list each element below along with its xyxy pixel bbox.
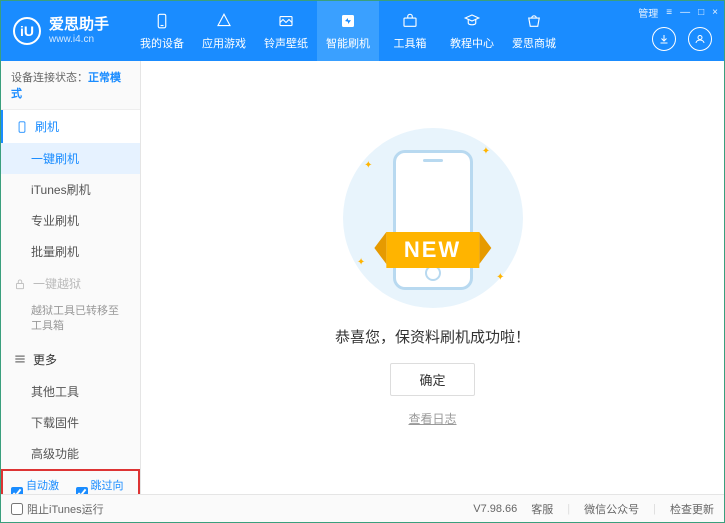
check-update-link[interactable]: 检查更新 (670, 501, 714, 517)
connection-status: 设备连接状态：正常模式 (1, 61, 140, 110)
skip-guide-input[interactable] (76, 487, 88, 494)
new-banner: NEW (386, 232, 479, 268)
customer-service-link[interactable]: 客服 (531, 501, 553, 517)
nav-ringtone-wallpaper[interactable]: 铃声壁纸 (255, 1, 317, 61)
sidebar-item-advanced[interactable]: 高级功能 (1, 438, 140, 469)
brand-subtitle: www.i4.cn (49, 34, 109, 46)
close-button[interactable]: × (712, 7, 718, 18)
section-label: 更多 (33, 351, 57, 368)
wallpaper-icon (276, 11, 296, 31)
checkbox-skip-guide[interactable]: 跳过向导 (76, 477, 131, 494)
sidebar-item-batch-flash[interactable]: 批量刷机 (1, 236, 140, 267)
checkbox-highlight-box: 自动激活 跳过向导 (1, 469, 140, 494)
block-itunes-input[interactable] (11, 503, 23, 515)
top-nav: 我的设备 应用游戏 铃声壁纸 智能刷机 工具箱 教程中心 (131, 1, 565, 61)
window-controls: 管理 ≡ — □ × (638, 5, 718, 20)
sidebar-item-download-firmware[interactable]: 下载固件 (1, 407, 140, 438)
menu-button[interactable]: ≡ (666, 7, 672, 18)
header: 管理 ≡ — □ × iU 爱思助手 www.i4.cn 我的设备 应用游戏 (1, 1, 724, 61)
version-label: V7.98.66 (473, 503, 517, 515)
nav-store[interactable]: 爱思商城 (503, 1, 565, 61)
success-illustration: ✦ ✦ ✦ ✦ NEW (343, 128, 523, 308)
sidebar-item-other-tools[interactable]: 其他工具 (1, 376, 140, 407)
sidebar-item-itunes-flash[interactable]: iTunes刷机 (1, 174, 140, 205)
brand-title: 爱思助手 (49, 16, 109, 34)
sidebar-section-jailbreak: 一键越狱 (1, 267, 140, 300)
minimize-button[interactable]: — (680, 7, 690, 18)
sidebar-section-more[interactable]: 更多 (1, 343, 140, 376)
flash-icon (338, 11, 358, 31)
conn-label: 设备连接状态： (11, 72, 88, 84)
account-button[interactable] (688, 27, 712, 51)
view-log-link[interactable]: 查看日志 (408, 410, 456, 427)
nav-toolbox[interactable]: 工具箱 (379, 1, 441, 61)
wechat-link[interactable]: 微信公众号 (584, 501, 639, 517)
body: 设备连接状态：正常模式 刷机 一键刷机 iTunes刷机 专业刷机 批量刷机 一… (1, 61, 724, 494)
more-icon (13, 352, 27, 366)
app-window: 管理 ≡ — □ × iU 爱思助手 www.i4.cn 我的设备 应用游戏 (0, 0, 725, 523)
sidebar-item-pro-flash[interactable]: 专业刷机 (1, 205, 140, 236)
nav-tutorial[interactable]: 教程中心 (441, 1, 503, 61)
nav-label: 智能刷机 (326, 35, 370, 51)
jailbreak-note: 越狱工具已转移至 工具箱 (1, 300, 140, 343)
checkbox-auto-activate[interactable]: 自动激活 (11, 477, 66, 494)
apps-icon (214, 11, 234, 31)
sidebar-section-flash[interactable]: 刷机 (1, 110, 140, 143)
footer: 阻止iTunes运行 V7.98.66 客服 | 微信公众号 | 检查更新 (1, 494, 724, 522)
flash-section-icon (15, 120, 29, 134)
nav-label: 教程中心 (450, 35, 494, 51)
block-itunes-label: 阻止iTunes运行 (27, 501, 104, 517)
separator: | (567, 503, 570, 515)
separator: | (653, 503, 656, 515)
nav-label: 应用游戏 (202, 35, 246, 51)
nav-label: 我的设备 (140, 35, 184, 51)
nav-my-device[interactable]: 我的设备 (131, 1, 193, 61)
settings-button[interactable]: 管理 (638, 5, 658, 20)
block-itunes-checkbox[interactable]: 阻止iTunes运行 (11, 501, 104, 517)
ok-button[interactable]: 确定 (390, 363, 474, 396)
nav-label: 爱思商城 (512, 35, 556, 51)
nav-label: 工具箱 (394, 35, 427, 51)
lock-icon (13, 277, 27, 291)
nav-label: 铃声壁纸 (264, 35, 308, 51)
brand-logo-icon: iU (13, 17, 41, 45)
section-label: 一键越狱 (33, 275, 81, 292)
sidebar: 设备连接状态：正常模式 刷机 一键刷机 iTunes刷机 专业刷机 批量刷机 一… (1, 61, 141, 494)
toolbox-icon (400, 11, 420, 31)
auto-activate-label: 自动激活 (26, 477, 66, 494)
store-icon (524, 11, 544, 31)
section-label: 刷机 (35, 118, 59, 135)
sidebar-item-one-key-flash[interactable]: 一键刷机 (1, 143, 140, 174)
tutorial-icon (462, 11, 482, 31)
skip-guide-label: 跳过向导 (91, 477, 131, 494)
maximize-button[interactable]: □ (698, 7, 704, 18)
header-right-icons (652, 27, 712, 51)
nav-smart-flash[interactable]: 智能刷机 (317, 1, 379, 61)
brand: iU 爱思助手 www.i4.cn (1, 16, 121, 46)
nav-apps-games[interactable]: 应用游戏 (193, 1, 255, 61)
auto-activate-input[interactable] (11, 487, 23, 494)
phone-icon (152, 11, 172, 31)
main-content: ✦ ✦ ✦ ✦ NEW 恭喜您，保资料刷机成功啦！ 确定 查看日志 (141, 61, 724, 494)
success-message: 恭喜您，保资料刷机成功啦！ (335, 326, 530, 347)
download-button[interactable] (652, 27, 676, 51)
